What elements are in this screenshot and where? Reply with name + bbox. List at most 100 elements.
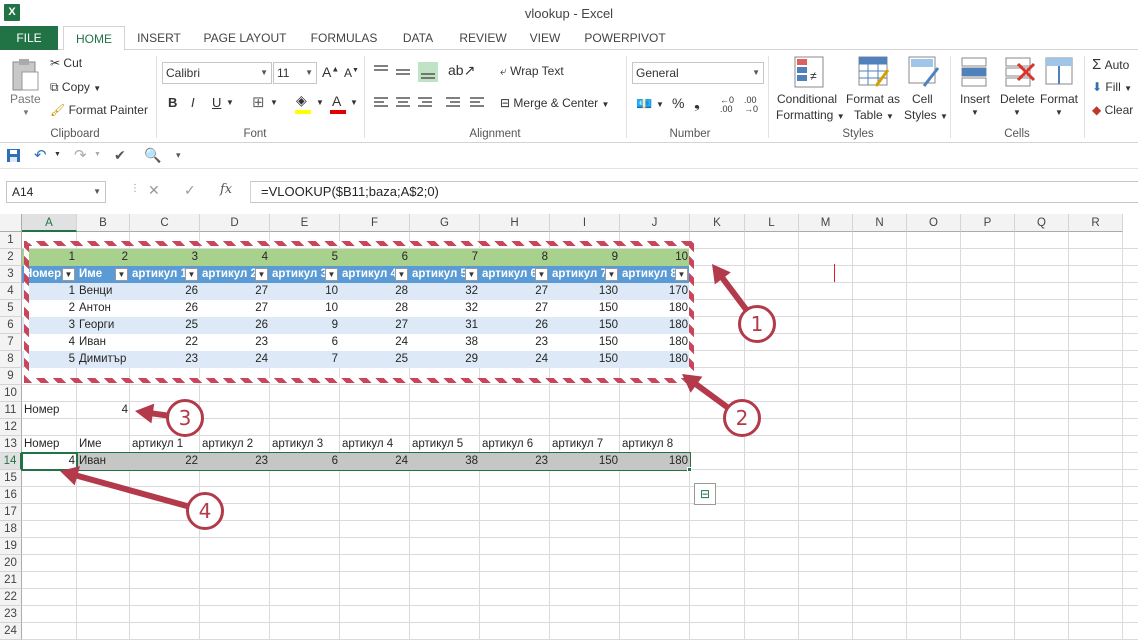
chevron-down-icon[interactable]: ▼ (350, 98, 358, 107)
spelling-icon[interactable]: ✔ (114, 147, 126, 164)
chevron-down-icon[interactable]: ▼ (1013, 108, 1021, 117)
borders-icon[interactable]: ⊞ (252, 93, 265, 111)
column-header-p[interactable]: P (961, 214, 1015, 232)
filter-dropdown-icon[interactable]: ▼ (395, 268, 408, 281)
table-cell[interactable]: 25 (130, 317, 200, 334)
table-cell[interactable]: 26 (130, 300, 200, 317)
table-cell[interactable]: 130 (550, 283, 620, 300)
font-color-icon[interactable]: A (332, 93, 341, 109)
cell-row2-index[interactable]: 8 (480, 249, 550, 266)
column-header-k[interactable]: K (690, 214, 745, 232)
redo-icon[interactable]: ↷ (74, 146, 87, 164)
select-all-corner[interactable] (0, 214, 22, 232)
table-cell[interactable]: Антон (77, 300, 130, 317)
underline-button[interactable]: U (212, 95, 221, 110)
table-cell[interactable]: 170 (620, 283, 690, 300)
number-format-dropdown[interactable]: General ▼ (632, 62, 764, 84)
column-header-q[interactable]: Q (1015, 214, 1069, 232)
row-header-14[interactable]: 14 (0, 453, 22, 470)
table-cell[interactable]: 9 (270, 317, 340, 334)
table-cell[interactable]: 27 (340, 317, 410, 334)
column-header-b[interactable]: B (77, 214, 130, 232)
table-cell[interactable]: 6 (270, 334, 340, 351)
row-header-17[interactable]: 17 (0, 504, 22, 521)
row-header-5[interactable]: 5 (0, 300, 22, 317)
table-cell[interactable]: 24 (200, 351, 270, 368)
clear-button[interactable]: ◆ Clear (1092, 103, 1133, 117)
row-header-4[interactable]: 4 (0, 283, 22, 300)
table-cell[interactable]: 26 (480, 317, 550, 334)
result-header-cell[interactable]: Име (77, 436, 130, 453)
currency-icon[interactable]: 💶 (636, 96, 652, 112)
font-size-dropdown[interactable]: 11 ▼ (273, 62, 317, 84)
row-header-10[interactable]: 10 (0, 385, 22, 402)
tab-page-layout[interactable]: PAGE LAYOUT (196, 26, 294, 50)
tab-home[interactable]: HOME (63, 26, 125, 51)
result-header-cell[interactable]: Номер (22, 436, 77, 453)
filter-dropdown-icon[interactable]: ▼ (185, 268, 198, 281)
chevron-down-icon[interactable]: ▼ (54, 151, 61, 158)
cell-row2-index[interactable]: 6 (340, 249, 410, 266)
conditional-formatting-button[interactable]: Conditional (777, 92, 837, 106)
fill-color-icon[interactable]: ◈ (296, 92, 307, 109)
filter-dropdown-icon[interactable]: ▼ (325, 268, 338, 281)
merge-center-button[interactable]: ⊟ Merge & Center ▼ (500, 96, 609, 110)
table-cell[interactable]: Георги (77, 317, 130, 334)
table-cell[interactable]: 27 (200, 283, 270, 300)
table-cell[interactable]: 180 (620, 300, 690, 317)
row-header-12[interactable]: 12 (0, 419, 22, 436)
table-cell[interactable]: 180 (620, 317, 690, 334)
table-header-cell[interactable]: Име ▼ (77, 266, 130, 283)
cell-styles-icon[interactable] (908, 56, 940, 88)
wrap-text-button[interactable]: ⤶ Wrap Text (500, 64, 564, 79)
column-header-e[interactable]: E (270, 214, 340, 232)
table-header-cell[interactable]: артикул 8 ▼ (620, 266, 690, 283)
decrease-decimal-icon[interactable]: .00 →0 (744, 96, 758, 114)
column-header-n[interactable]: N (853, 214, 907, 232)
table-header-cell[interactable]: артикул 4 ▼ (340, 266, 410, 283)
paste-button[interactable]: Paste (10, 92, 41, 106)
chevron-down-icon[interactable]: ▼ (226, 98, 234, 107)
format-painter-button[interactable]: 🖌 Format Painter (50, 103, 148, 117)
row-header-7[interactable]: 7 (0, 334, 22, 351)
filter-dropdown-icon[interactable]: ▼ (62, 268, 75, 281)
table-cell[interactable]: Димитър (77, 351, 130, 368)
chevron-down-icon[interactable]: ▼ (1055, 108, 1063, 117)
tab-view[interactable]: VIEW (522, 26, 568, 50)
table-cell[interactable]: 2 (22, 300, 77, 317)
vertical-align-icons[interactable] (372, 62, 442, 82)
table-cell[interactable]: 32 (410, 300, 480, 317)
table-cell[interactable]: 23 (480, 334, 550, 351)
column-header-g[interactable]: G (410, 214, 480, 232)
save-icon[interactable] (6, 148, 21, 163)
table-cell[interactable]: 29 (410, 351, 480, 368)
table-cell[interactable]: 26 (200, 317, 270, 334)
filter-dropdown-icon[interactable]: ▼ (605, 268, 618, 281)
cell-row2-index[interactable]: 10 (620, 249, 690, 266)
enter-icon[interactable]: ✓ (184, 182, 196, 199)
cell-row2-index[interactable]: 3 (130, 249, 200, 266)
cell-styles-button[interactable]: Cell (912, 92, 933, 106)
table-cell[interactable]: 22 (130, 334, 200, 351)
result-header-cell[interactable]: артикул 7 (550, 436, 620, 453)
result-header-cell[interactable]: артикул 4 (340, 436, 410, 453)
fill-button[interactable]: ⬇ Fill ▼ (1092, 80, 1132, 94)
name-box[interactable]: A14 ▼ (6, 181, 106, 203)
table-cell[interactable]: 28 (340, 300, 410, 317)
column-header-c[interactable]: C (130, 214, 200, 232)
lookup-label[interactable]: Номер (22, 402, 77, 419)
table-cell[interactable]: 4 (22, 334, 77, 351)
column-header-h[interactable]: H (480, 214, 550, 232)
column-header-m[interactable]: M (799, 214, 853, 232)
row-header-1[interactable]: 1 (0, 232, 22, 249)
table-header-cell[interactable]: Номер ▼ (22, 266, 77, 283)
table-cell[interactable]: 150 (550, 351, 620, 368)
table-cell[interactable]: 38 (410, 334, 480, 351)
table-cell[interactable]: 150 (550, 300, 620, 317)
table-cell[interactable]: 150 (550, 334, 620, 351)
table-cell[interactable]: 5 (22, 351, 77, 368)
percent-icon[interactable]: % (672, 95, 684, 111)
conditional-formatting-icon[interactable]: ≠ (794, 56, 824, 88)
cell-row2-index[interactable]: 1 (22, 249, 77, 266)
row-header-13[interactable]: 13 (0, 436, 22, 453)
